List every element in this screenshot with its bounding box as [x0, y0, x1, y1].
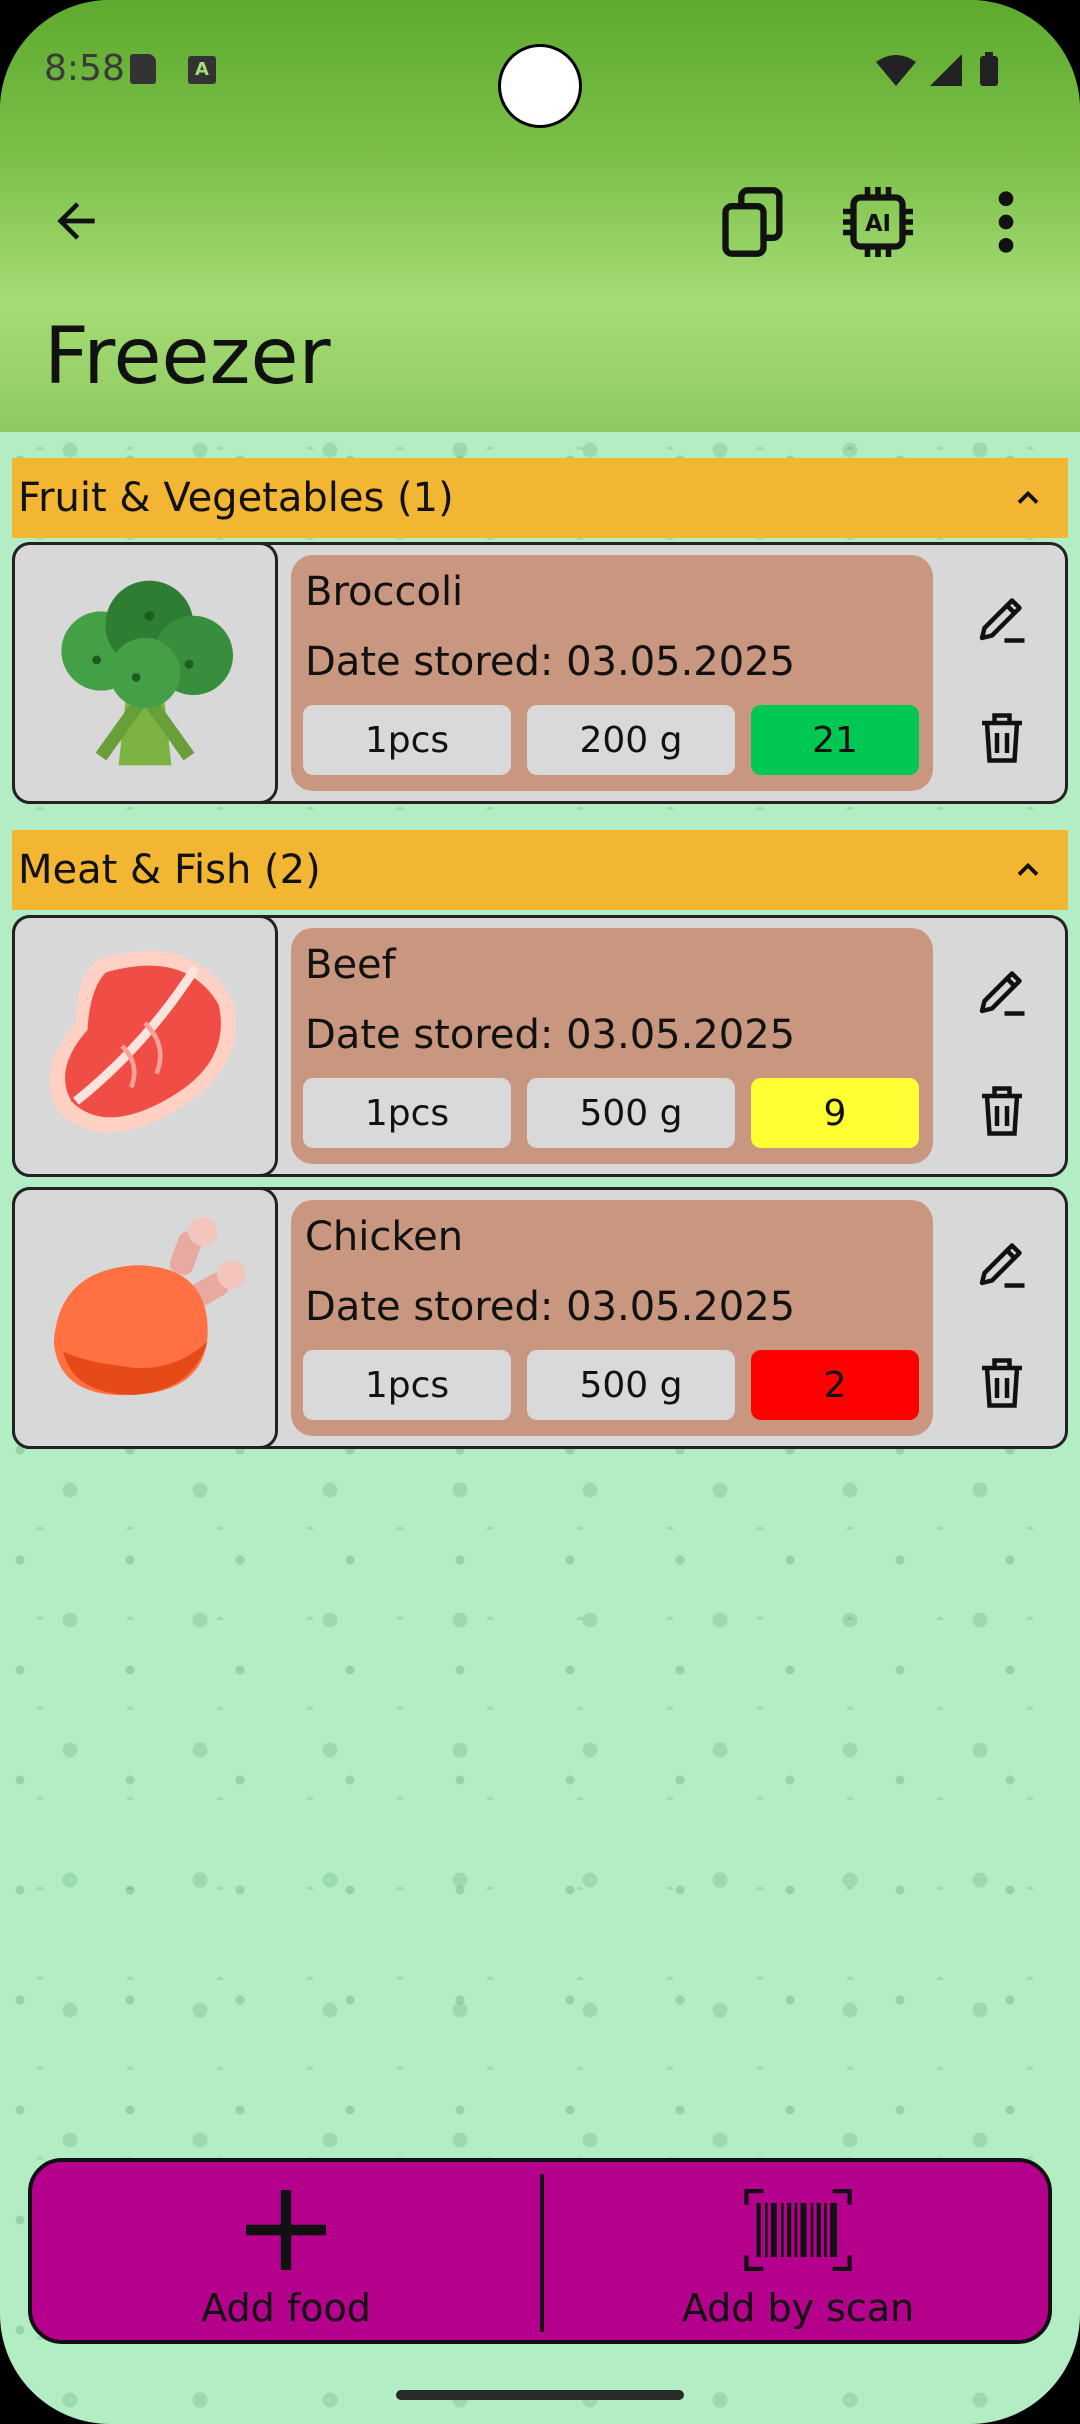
svg-text:AI: AI — [865, 211, 891, 237]
sd-card-icon — [130, 54, 156, 84]
add-food-label: Add food — [201, 2286, 371, 2330]
delete-button[interactable] — [969, 705, 1035, 771]
item-name: Chicken — [305, 1214, 464, 1260]
edit-pencil-icon — [979, 971, 1025, 1016]
front-camera — [498, 44, 582, 128]
arrow-back-icon — [57, 202, 95, 240]
item-details: Broccoli Date stored: 03.05.2025 1pcs 20… — [291, 555, 933, 791]
category-header-meat-fish[interactable]: Meat & Fish (2) — [12, 830, 1068, 910]
item-details: Beef Date stored: 03.05.2025 1pcs 500 g … — [291, 928, 933, 1164]
chevron-up-icon — [1017, 490, 1039, 504]
chevron-up-icon — [1017, 862, 1039, 876]
weight-badge: 500 g — [527, 1350, 735, 1420]
days-badge: 9 — [751, 1078, 919, 1148]
delete-button[interactable] — [969, 1078, 1035, 1144]
edit-button[interactable] — [969, 1230, 1035, 1296]
broccoli-icon — [61, 580, 233, 766]
item-image — [12, 915, 278, 1177]
signal-icon — [930, 54, 962, 86]
back-button[interactable] — [40, 185, 112, 257]
category-title: Meat & Fish (2) — [18, 847, 321, 893]
add-by-scan-button[interactable]: Add by scan — [544, 2162, 1052, 2340]
item-details: Chicken Date stored: 03.05.2025 1pcs 500… — [291, 1200, 933, 1436]
add-by-scan-label: Add by scan — [681, 2286, 915, 2330]
item-date: Date stored: 03.05.2025 — [305, 1012, 796, 1058]
quantity-badge: 1pcs — [303, 1078, 511, 1148]
item-date: Date stored: 03.05.2025 — [305, 639, 796, 685]
more-options-button[interactable] — [964, 180, 1048, 264]
category-title: Fruit & Vegetables (1) — [18, 475, 454, 521]
wifi-icon — [876, 55, 916, 86]
category-header-fruit-vegetables[interactable]: Fruit & Vegetables (1) — [12, 458, 1068, 538]
trash-icon — [982, 1358, 1022, 1408]
chicken-leg-icon — [53, 1217, 246, 1396]
bottom-action-bar: Add food Add by scan — [28, 2158, 1052, 2344]
edit-button[interactable] — [969, 585, 1035, 651]
food-item-broccoli[interactable]: Broccoli Date stored: 03.05.2025 1pcs 20… — [12, 542, 1068, 804]
ai-button[interactable]: AI — [836, 180, 920, 264]
food-item-beef[interactable]: Beef Date stored: 03.05.2025 1pcs 500 g … — [12, 915, 1068, 1177]
page-title: Freezer — [44, 312, 331, 402]
barcode-scan-icon — [744, 2188, 852, 2272]
weight-badge: 500 g — [527, 1078, 735, 1148]
item-image — [12, 1187, 278, 1449]
item-date: Date stored: 03.05.2025 — [305, 1284, 796, 1330]
item-name: Beef — [305, 942, 396, 988]
quantity-badge: 1pcs — [303, 1350, 511, 1420]
copy-button[interactable] — [712, 180, 796, 264]
steak-icon — [49, 950, 236, 1133]
battery-icon — [980, 56, 998, 86]
edit-button[interactable] — [969, 958, 1035, 1024]
edit-pencil-icon — [979, 598, 1025, 643]
system-status-icons — [876, 52, 998, 86]
item-name: Broccoli — [305, 569, 464, 615]
status-time: 8:58 — [44, 48, 125, 89]
scan-icon-wrap — [743, 2180, 853, 2280]
quantity-badge: 1pcs — [303, 705, 511, 775]
days-badge: 2 — [751, 1350, 919, 1420]
more-vert-icon — [998, 191, 1014, 253]
trash-icon — [982, 713, 1022, 763]
top-app-bar: 8:58 A AI Freezer — [0, 0, 1080, 432]
home-indicator[interactable] — [396, 2390, 684, 2400]
app-screen: 8:58 A AI Freezer Fruit & Vegetables (1)… — [0, 0, 1080, 2424]
copy-icon — [722, 187, 783, 257]
weight-badge: 200 g — [527, 705, 735, 775]
add-icon-wrap — [231, 2180, 341, 2280]
days-badge: 21 — [751, 705, 919, 775]
ai-chip-icon: AI — [843, 187, 913, 257]
edit-pencil-icon — [979, 1243, 1025, 1288]
delete-button[interactable] — [969, 1350, 1035, 1416]
trash-icon — [982, 1086, 1022, 1136]
item-image — [12, 542, 278, 804]
add-food-button[interactable]: Add food — [32, 2162, 540, 2340]
food-item-chicken[interactable]: Chicken Date stored: 03.05.2025 1pcs 500… — [12, 1187, 1068, 1449]
plus-icon — [246, 2190, 326, 2270]
notification-icon: A — [188, 56, 216, 84]
